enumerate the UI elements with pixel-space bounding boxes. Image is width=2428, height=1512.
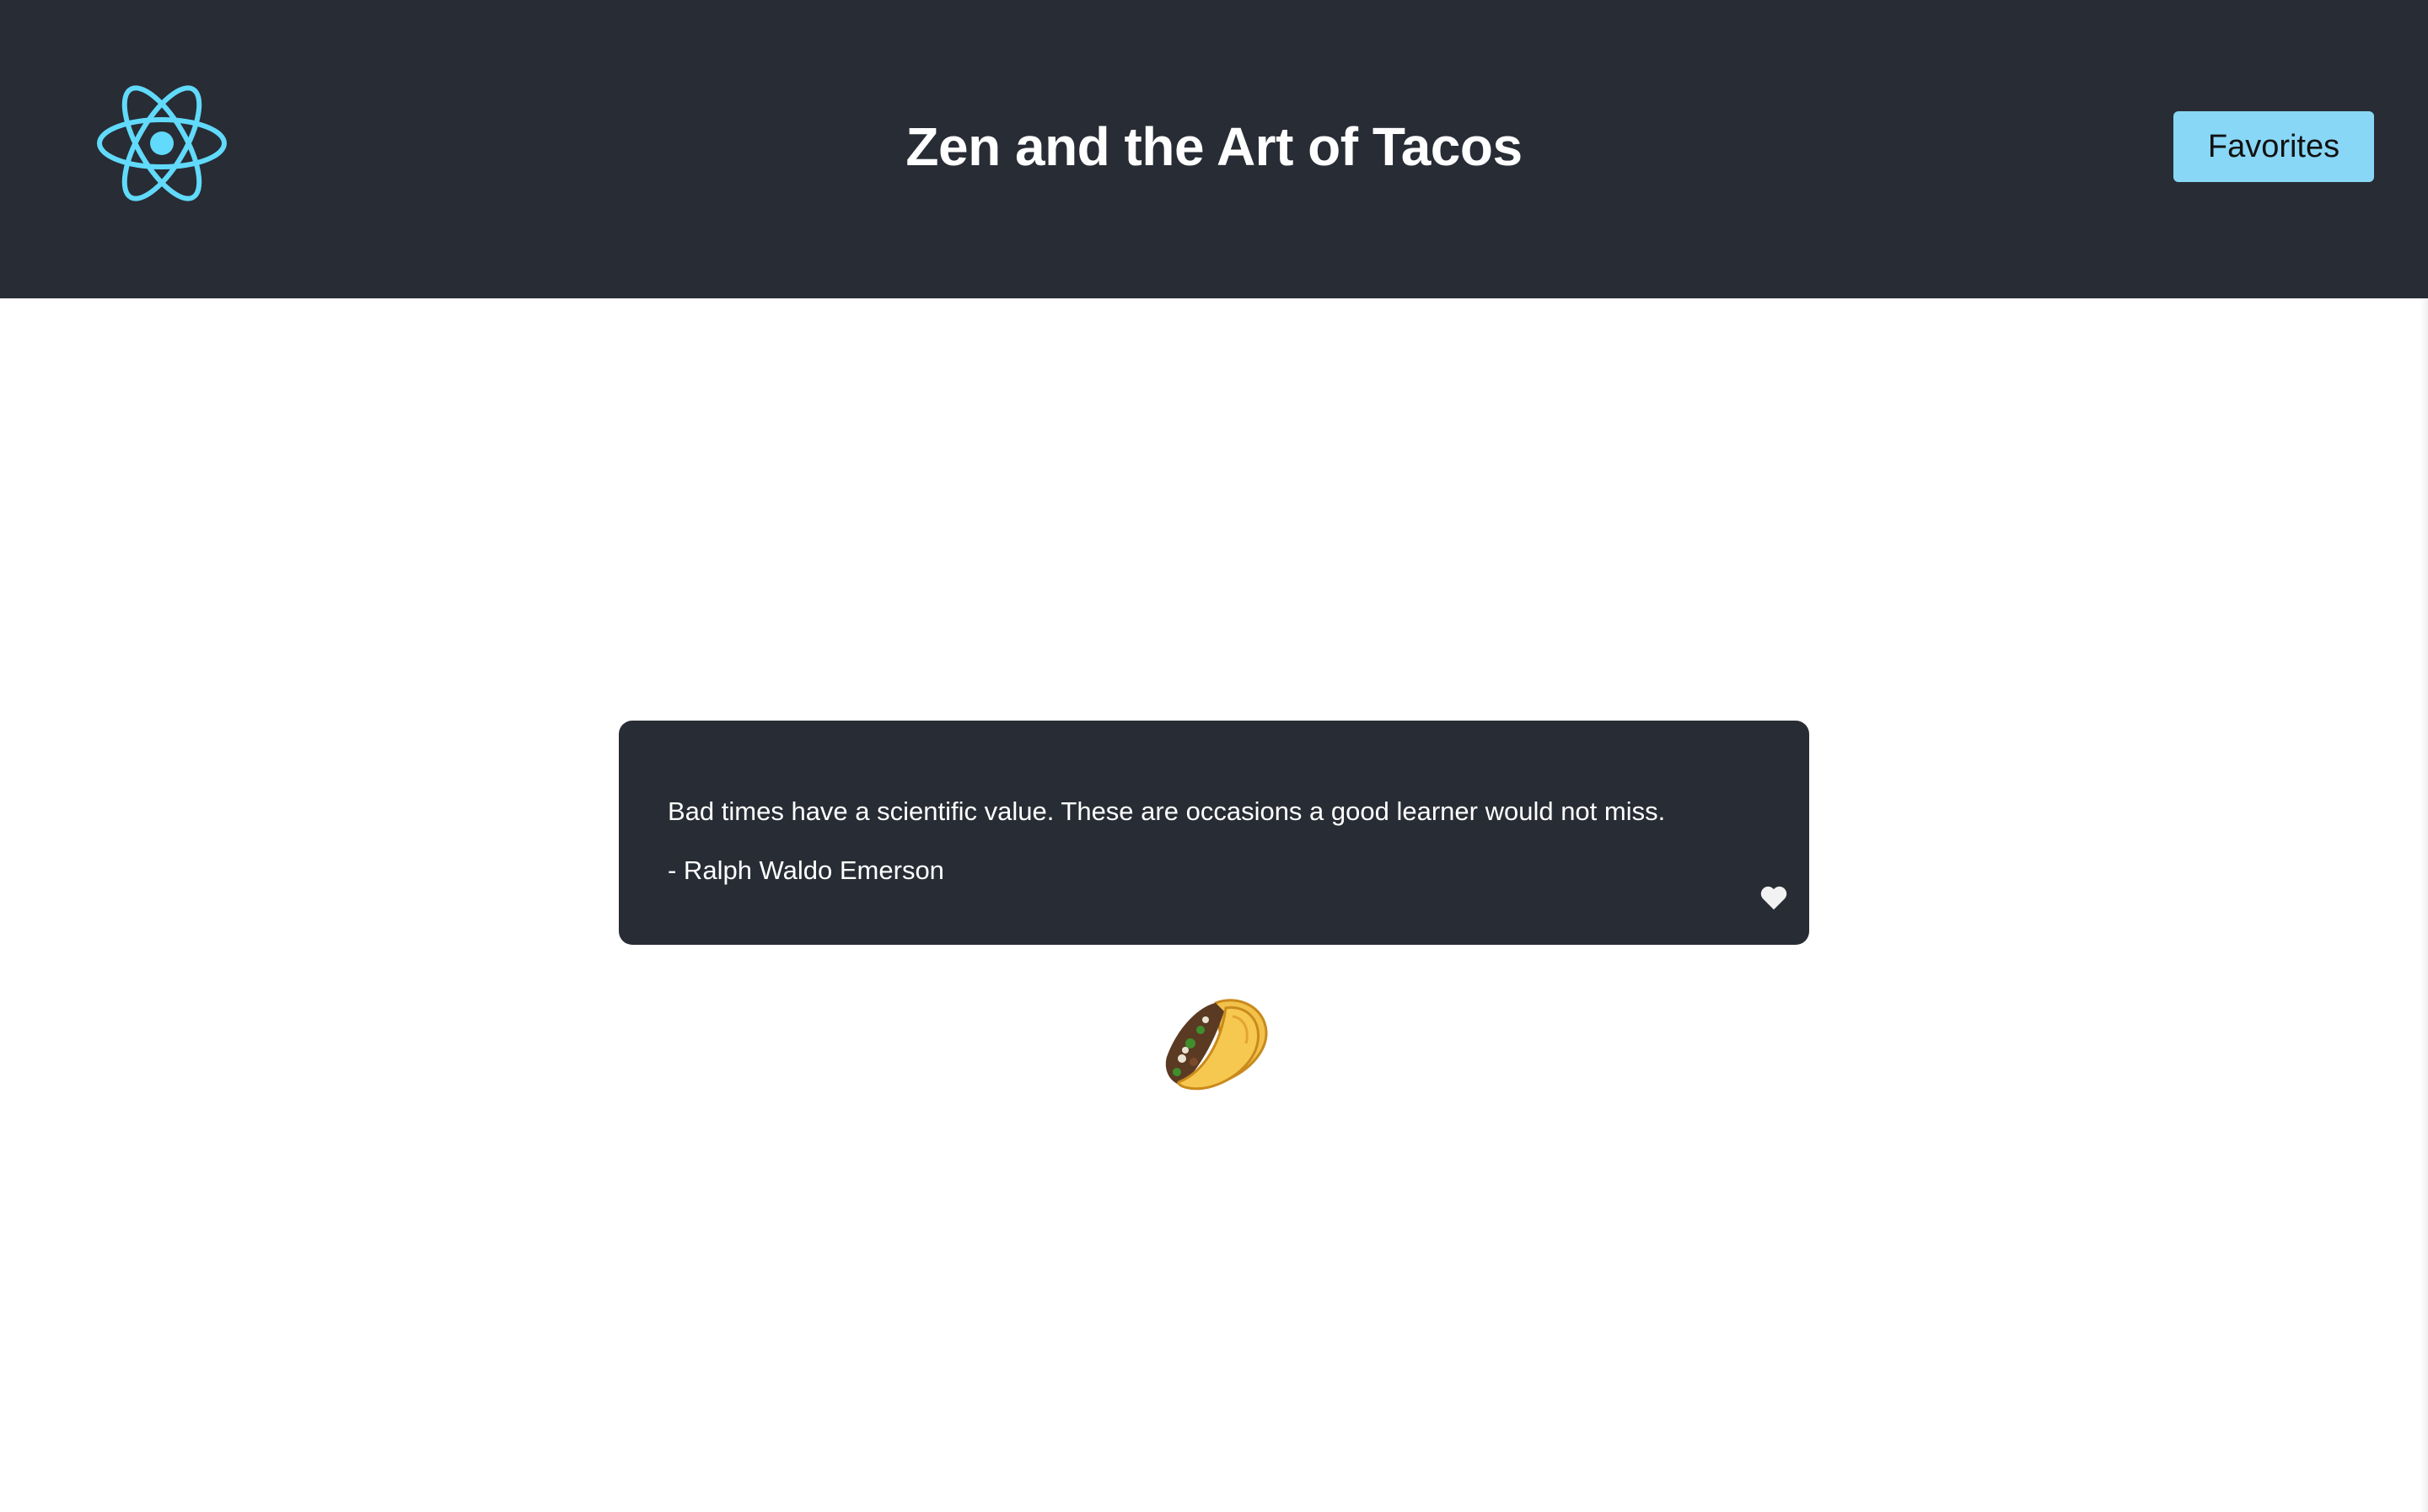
quote-text: Bad times have a scientific value. These… <box>668 796 1666 826</box>
scrollbar-track <box>2420 298 2428 1512</box>
quote-card: Bad times have a scientific value. These… <box>619 721 1809 945</box>
page-title: Zen and the Art of Tacos <box>905 116 1523 177</box>
favorite-heart-button[interactable] <box>1759 882 1789 913</box>
quote-author: - Ralph Waldo Emerson <box>668 855 944 885</box>
app-header: Zen and the Art of Tacos Favorites <box>0 0 2428 298</box>
favorites-button[interactable]: Favorites <box>2173 111 2374 182</box>
taco-icon <box>1157 991 1271 1092</box>
heart-icon <box>1760 886 1787 910</box>
